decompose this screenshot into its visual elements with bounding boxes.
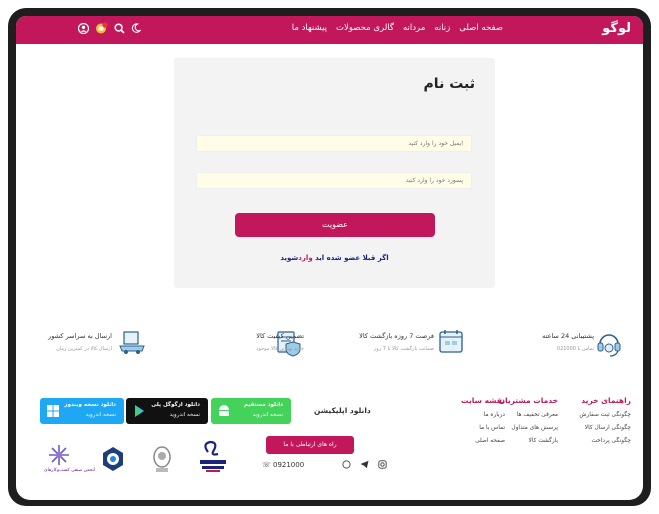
cart-icon[interactable] [95,22,108,34]
feature-support: پشتیبانی 24 ساعته تماس با 021000 [486,328,636,368]
enamad-badge[interactable] [198,440,228,478]
feature-title: فرصت 7 روزه بازگشت کالا [359,332,434,340]
nav-item-women[interactable]: زنانه [434,23,450,33]
footer-column-title: نقشه سایت [461,396,505,405]
login-prefix: اگر قبلا عضو شده اید [315,254,389,262]
google-play-icon [135,405,144,417]
top-navbar: لوگو صفحه اصلی زنانه مردانه گالری محصولا… [16,16,643,44]
instagram-icon[interactable] [378,460,387,469]
features-strip: پشتیبانی 24 ساعته تماس با 021000 فرصت 7 … [16,328,643,368]
samandehi-badge[interactable] [101,446,125,476]
app-button-subtitle: نسخه اندروید [85,412,116,418]
footer-column-title: راهنمای خرید [581,396,631,405]
footer-link[interactable]: چگونگی پرداخت [579,438,631,444]
footer-link[interactable]: درباره ما [461,412,505,418]
nav-item-home[interactable]: صفحه اصلی [459,23,503,33]
trust-seal-badge[interactable] [151,444,173,478]
footer-services-column: خدمات مشتریان معرفی تخفیف ها پرسش های مت… [499,396,558,444]
nav-item-men[interactable]: مردانه [403,23,425,33]
footer-link[interactable]: صفحه اصلی [461,438,505,444]
snowflake-icon [49,445,69,465]
feature-quality: تضمین کیفیت کالا خرید بهترین کالا موجود [186,328,336,368]
union-badge[interactable]: انجمن صنفی کسب‌وکارهای [44,444,95,473]
footer-link[interactable]: معرفی تخفیف ها [499,412,558,418]
app-button-title: دانلود نسخه ویندوز [64,402,116,408]
contact-us-button[interactable]: راه های ارتباطی با ما [266,436,354,454]
social-links [342,460,387,469]
footer-link[interactable]: تماس با ما [461,425,505,431]
windows-download-button[interactable]: دانلود نسخه ویندوز نسخه اندروید [40,398,124,424]
samandehi-logo-icon [103,447,123,471]
main-nav: صفحه اصلی زنانه مردانه گالری محصولات پیش… [292,23,503,33]
footer-link[interactable]: پرسش های متداول [499,425,558,431]
calendar-icon [439,330,463,353]
login-suffix: شوید [280,254,299,262]
user-icon[interactable] [78,22,89,34]
phone-number[interactable]: ☏ 0921000 [262,461,304,469]
moon-icon[interactable] [131,23,141,33]
enamad-logo-icon [200,440,226,472]
footer-guide-column: راهنمای خرید چگونگی ثبت سفارش چگونگی ارس… [579,396,631,444]
feature-subtitle: خرید بهترین کالا موجود [256,346,304,352]
register-title: ثبت نام [423,76,475,92]
app-button-subtitle: نسخه اندروید [252,412,283,418]
footer-sitemap-column: نقشه سایت درباره ما تماس با ما صفحه اصلی [461,396,505,444]
feature-shipping: ارسال به سراسر کشور ارسال کالا در کمترین… [30,328,180,368]
seal-icon [153,446,171,472]
download-app-title: دانلود اپلیکیشن [314,406,371,415]
search-icon[interactable] [114,22,125,34]
feature-title: پشتیبانی 24 ساعته [542,332,594,340]
app-button-subtitle: نسخه اندروید [169,412,200,418]
login-link[interactable]: وارد [298,254,312,262]
google-play-button[interactable]: دانلود ازگوگل پلی نسخه اندروید [126,398,208,424]
delivery-icon [119,331,145,354]
footer-link[interactable]: بازگشت کالا [499,438,558,444]
app-button-title: دانلود مستقیم [244,402,283,408]
windows-icon [47,405,59,417]
badge-caption: انجمن صنفی کسب‌وکارهای [44,468,96,473]
app-button-title: دانلود ازگوگل پلی [151,402,200,408]
nav-item-gallery[interactable]: گالری محصولات [336,23,394,33]
password-input[interactable] [196,172,472,189]
nav-item-offers[interactable]: پیشنهاد ما [292,23,327,33]
headset-icon [597,334,621,357]
whatsapp-icon[interactable] [342,460,351,469]
register-card: ثبت نام عضویت اگر قبلا عضو شده اید واردش… [174,58,495,288]
phone-text: 0921000 [272,461,305,469]
email-input[interactable] [196,135,472,152]
feature-title: ارسال به سراسر کشور [48,332,112,340]
footer-link[interactable]: چگونگی ارسال کالا [579,425,631,431]
feature-subtitle: ضمانت بازگشت کالا تا 7 روز [373,346,434,352]
footer-column-title: خدمات مشتریان [498,396,558,405]
login-prompt: اگر قبلا عضو شده اید واردشوید [174,254,495,262]
telegram-icon[interactable] [360,460,369,469]
feature-subtitle: ارسال کالا در کمترین زمان [56,346,112,352]
browser-viewport: لوگو صفحه اصلی زنانه مردانه گالری محصولا… [16,16,643,500]
footer-link[interactable]: چگونگی ثبت سفارش [579,412,631,418]
feature-title: تضمین کیفیت کالا [256,332,304,340]
direct-download-button[interactable]: دانلود مستقیم نسخه اندروید [211,398,291,424]
feature-return: فرصت 7 روزه بازگشت کالا ضمانت بازگشت کال… [336,328,486,368]
register-button[interactable]: عضویت [235,213,435,237]
site-logo[interactable]: لوگو [602,21,631,36]
android-icon [219,405,229,416]
header-icons [78,22,141,34]
feature-subtitle: تماس با 021000 [556,346,594,352]
